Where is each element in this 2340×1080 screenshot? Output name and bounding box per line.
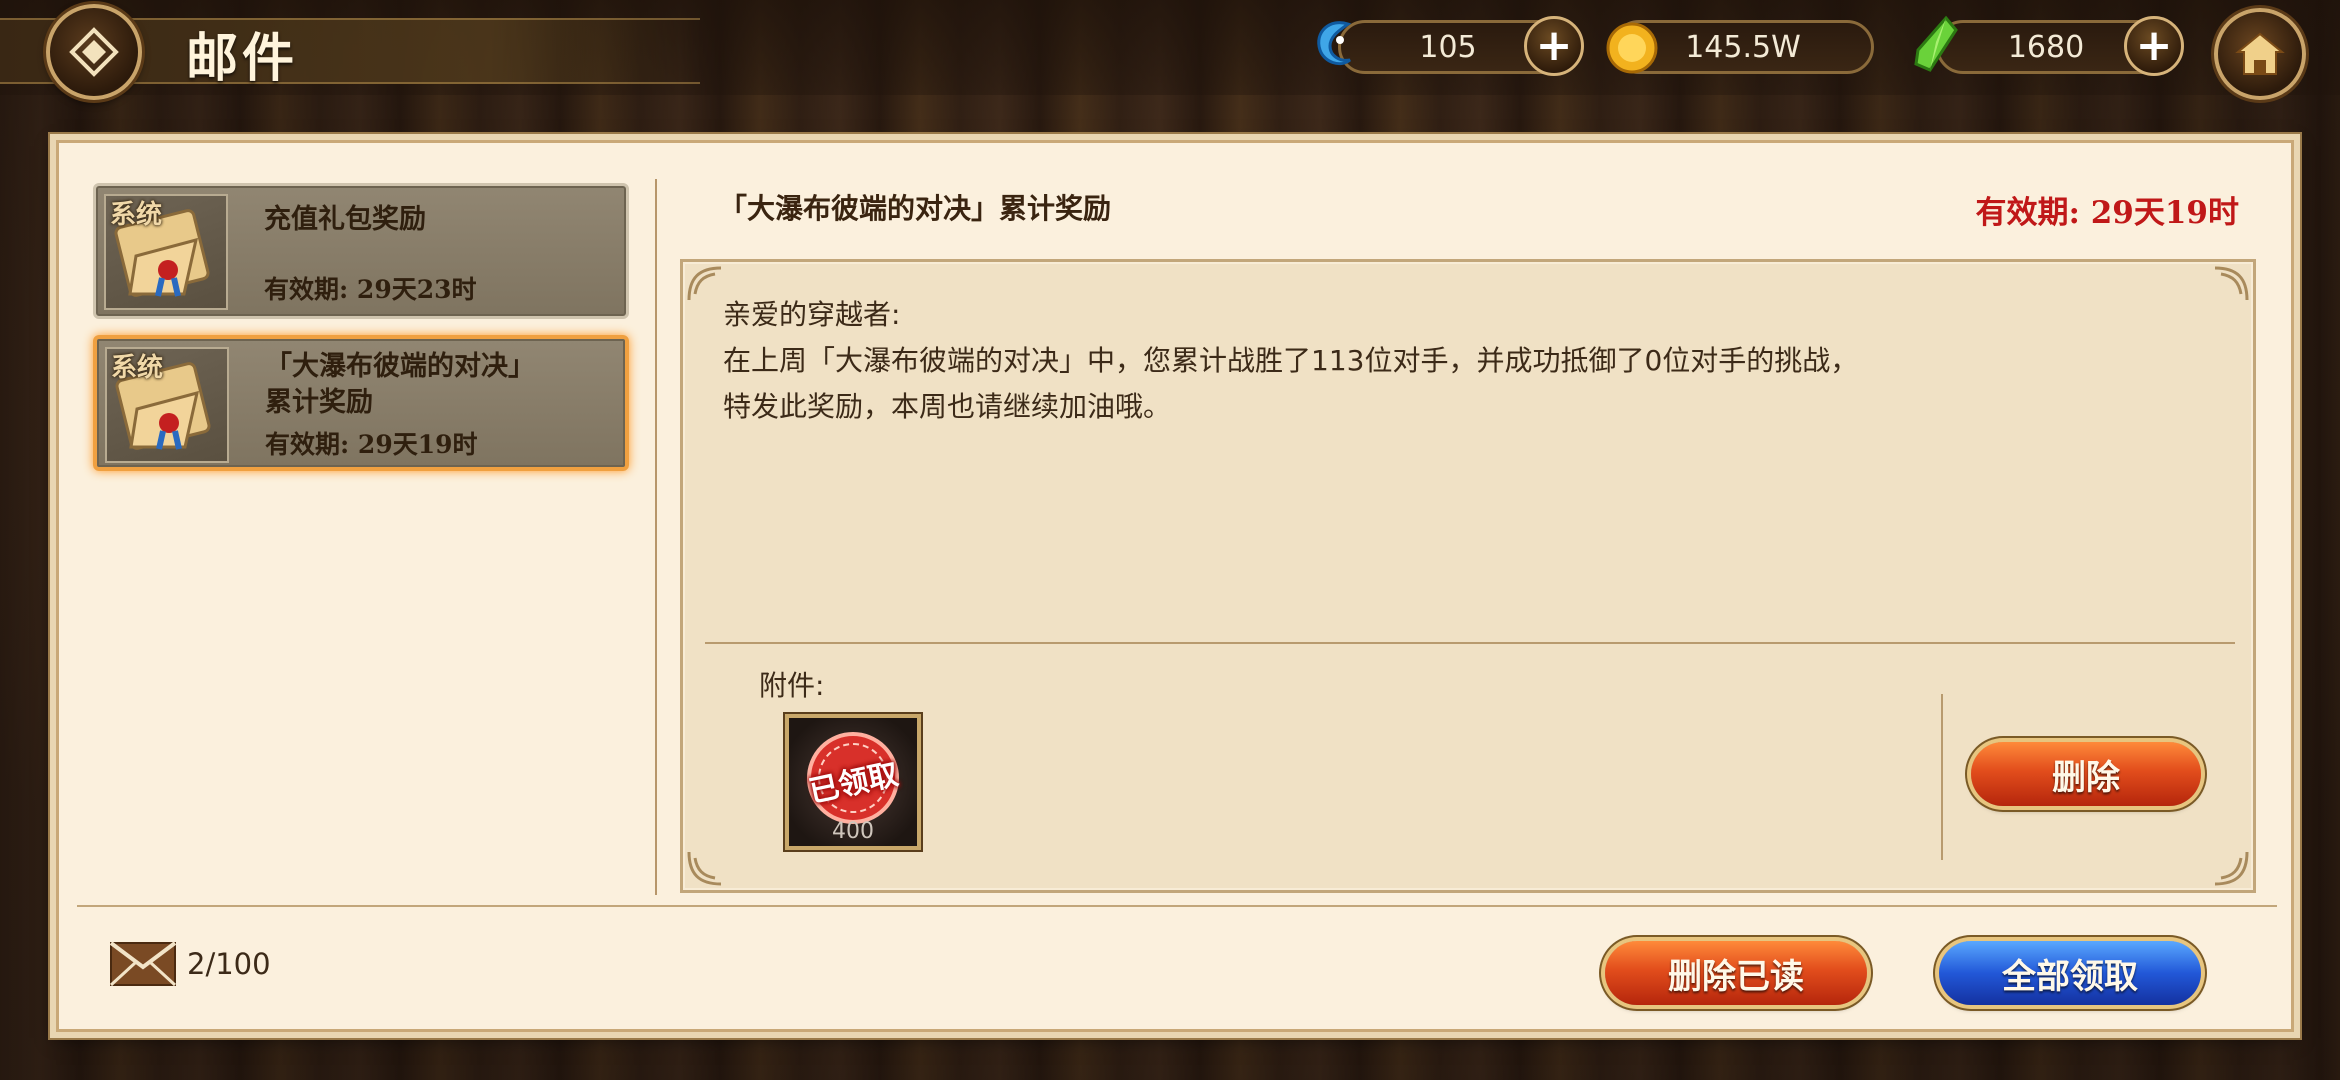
delete-read-button[interactable]: 删除已读: [1605, 941, 1867, 1005]
home-button[interactable]: [2214, 8, 2306, 100]
diamond-back-icon: [69, 27, 119, 77]
back-button[interactable]: [46, 4, 142, 100]
letter-greeting: 亲爱的穿越者:: [723, 298, 901, 331]
page-title: 邮件: [186, 28, 299, 89]
currency-value: 1680: [2007, 29, 2085, 65]
attachment-count: 400: [832, 819, 874, 844]
letter-body: 亲爱的穿越者: 在上周「大瀑布彼端的对决」中，您累计战胜了113位对手，并成功抵…: [723, 292, 1863, 430]
attachment-vertical-divider: [1941, 694, 1943, 860]
mail-title: 充值礼包奖励: [264, 204, 426, 235]
mail-count: 2/100: [187, 947, 271, 981]
green-crystal-icon: [1914, 15, 1958, 72]
mail-tag: 系统: [111, 353, 164, 383]
attachment-separator: [705, 642, 2235, 644]
mail-item-waterfall-duel-reward[interactable]: 系统 「大瀑布彼端的对决」累计奖励 有效期: 29天19时: [93, 335, 629, 471]
mail-expiry: 有效期: 29天19时: [265, 430, 478, 459]
home-icon: [2235, 32, 2285, 75]
attachment-label: 附件:: [759, 669, 825, 702]
mail-expiry: 有效期: 29天23时: [264, 275, 477, 304]
add-green-crystal-button[interactable]: +: [2124, 16, 2184, 76]
top-bar: 邮件 105 + 145.5W 1680 +: [0, 0, 2340, 100]
corner-ornament-icon: [687, 266, 722, 301]
corner-ornament-icon: [687, 851, 722, 886]
mail-title: 「大瀑布彼端的对决」累计奖励: [265, 351, 535, 418]
mail-detail-expiry: 有效期: 29天19时: [1975, 195, 2239, 231]
mail-detail-title: 「大瀑布彼端的对决」累计奖励: [719, 192, 1112, 225]
corner-ornament-icon: [2214, 266, 2249, 301]
add-blue-fish-button[interactable]: +: [1524, 16, 1584, 76]
mail-list: 系统 充值礼包奖励 有效期: 29天23时 系统 「大瀑布彼端的对决」累计奖励 …: [59, 143, 653, 893]
delete-button[interactable]: 删除: [1971, 742, 2201, 806]
letter-content: 在上周「大瀑布彼端的对决」中，您累计战胜了113位对手，并成功抵御了0位对手的挑…: [723, 344, 1859, 423]
gold-coin-icon: [1606, 22, 1658, 74]
list-divider: [655, 179, 657, 895]
mail-tag: 系统: [110, 200, 163, 230]
envelope-icon: [109, 941, 177, 987]
footer-rule: [77, 905, 2277, 907]
blue-fish-icon: [1317, 21, 1352, 66]
corner-ornament-icon: [2214, 851, 2249, 886]
currency-value: 105: [1419, 29, 1477, 65]
attachment-item[interactable]: 已领取 400: [785, 714, 921, 850]
mail-panel: 系统 充值礼包奖励 有效期: 29天23时 系统 「大瀑布彼端的对决」累计奖励 …: [56, 140, 2294, 1032]
mail-thumbnail: 系统: [105, 347, 229, 463]
letter-box: 亲爱的穿越者: 在上周「大瀑布彼端的对决」中，您累计战胜了113位对手，并成功抵…: [680, 259, 2256, 893]
currency-value: 145.5W: [1685, 29, 1801, 65]
mail-thumbnail: 系统: [104, 194, 228, 310]
mail-item-recharge-reward[interactable]: 系统 充值礼包奖励 有效期: 29天23时: [93, 183, 629, 319]
claim-all-button[interactable]: 全部领取: [1939, 941, 2201, 1005]
